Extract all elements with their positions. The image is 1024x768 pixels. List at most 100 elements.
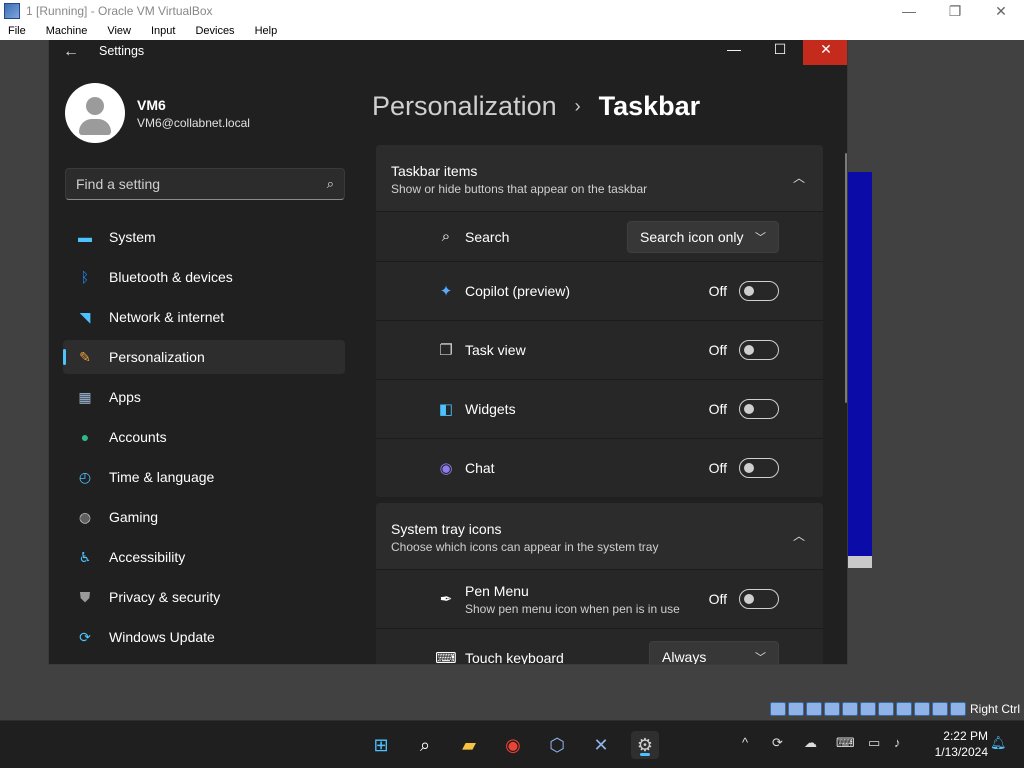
vbox-menu-machine[interactable]: Machine <box>46 25 88 37</box>
search-icon[interactable]: ⌕ <box>411 731 439 759</box>
xp-app-icon[interactable]: ✕ <box>587 731 615 759</box>
sidebar-item-apps[interactable]: ▦ Apps <box>63 380 345 414</box>
row-label: Task view <box>465 342 526 358</box>
clock[interactable]: 2:22 PM 1/13/2024 <box>920 728 988 760</box>
sidebar-item-network[interactable]: ◥ Network & internet <box>63 300 345 334</box>
toggle-state-text: Off <box>708 401 727 417</box>
keyboard-capture-icon[interactable] <box>949 702 966 716</box>
user-name: VM6 <box>137 96 166 113</box>
chevron-up-icon[interactable]: ︿ <box>793 169 805 186</box>
virtualbox-icon <box>4 3 20 19</box>
virtualbox-taskbar-icon[interactable]: ⬡ <box>543 731 571 759</box>
vbox-menubar: File Machine View Input Devices Help <box>0 22 1024 40</box>
scrollbar[interactable] <box>845 153 847 403</box>
globe-clock-icon: ◴ <box>78 468 92 485</box>
vbox-menu-devices[interactable]: Devices <box>195 25 234 37</box>
chrome-icon[interactable]: ◉ <box>499 731 527 759</box>
sync-icon[interactable]: ⟳ <box>772 735 783 751</box>
vbox-status-icons <box>768 702 966 716</box>
vbox-minimize-button[interactable]: — <box>886 0 932 22</box>
audio-icon[interactable] <box>805 702 822 716</box>
search-mode-dropdown[interactable]: Search icon only ﹀ <box>627 220 779 253</box>
touch-keyboard-dropdown[interactable]: Always ﹀ <box>649 641 779 664</box>
sidebar-item-label: Apps <box>109 389 141 405</box>
apps-icon: ▦ <box>78 388 92 405</box>
network-tray-icon[interactable]: ▭ <box>868 735 880 751</box>
shared-folder-icon[interactable] <box>859 702 876 716</box>
chevron-down-icon: ﹀ <box>755 231 766 244</box>
monitor-icon: ▬ <box>78 229 92 245</box>
search-icon[interactable]: ⌕ <box>327 176 334 192</box>
row-label: Chat <box>465 460 495 476</box>
mouse-icon[interactable] <box>931 702 948 716</box>
wifi-icon: ◥ <box>79 308 91 325</box>
keyboard-icon: ⌨ <box>435 650 457 665</box>
sidebar-item-label: Privacy & security <box>109 589 221 605</box>
system-tray-header[interactable]: System tray icons Choose which icons can… <box>376 503 823 569</box>
copilot-icon: ✦ <box>439 283 453 300</box>
optical-drive-icon[interactable] <box>787 702 804 716</box>
sidebar-item-time-language[interactable]: ◴ Time & language <box>63 460 345 494</box>
pen-menu-row: ✒ Pen Menu Show pen menu icon when pen i… <box>376 569 823 628</box>
sidebar-item-gaming[interactable]: ◍ Gaming <box>63 500 345 534</box>
taskbar: ⊞ ⌕ ▰ ◉ ⬡ ✕ ⚙ ^ ⟳ ☁ ⌨ ▭ ♪ 2:22 PM 1/13/2… <box>0 720 1024 768</box>
search-input[interactable] <box>76 176 327 192</box>
windows-start-icon[interactable]: ⊞ <box>367 731 395 759</box>
close-button[interactable]: ✕ <box>803 40 847 65</box>
sidebar-item-label: Bluetooth & devices <box>109 269 233 285</box>
task-view-toggle[interactable] <box>739 340 779 360</box>
sidebar-item-bluetooth[interactable]: ᛒ Bluetooth & devices <box>63 260 345 294</box>
minimize-button[interactable]: — <box>711 40 757 65</box>
usb-icon[interactable] <box>841 702 858 716</box>
sidebar-item-accounts[interactable]: ● Accounts <box>63 420 345 454</box>
storage-icon[interactable] <box>769 702 786 716</box>
breadcrumb-parent[interactable]: Personalization <box>372 91 557 122</box>
row-label: Pen Menu <box>465 582 529 599</box>
volume-muted-icon[interactable]: ♪ <box>894 735 901 750</box>
user-profile[interactable]: VM6 VM6@collabnet.local <box>65 83 250 143</box>
chevron-up-icon[interactable]: ︿ <box>793 527 805 544</box>
sidebar-item-label: Gaming <box>109 509 159 525</box>
active-indicator <box>640 753 650 756</box>
sidebar-item-windows-update[interactable]: ⟳ Windows Update <box>63 620 345 654</box>
clock-date: 1/13/2024 <box>934 745 988 759</box>
update-icon: ⟳ <box>79 628 91 645</box>
recording-icon[interactable] <box>895 702 912 716</box>
sidebar-item-privacy[interactable]: ⛊ Privacy & security <box>63 580 345 614</box>
cloud-icon[interactable]: ☁ <box>804 735 817 751</box>
copilot-toggle[interactable] <box>739 281 779 301</box>
toggle-state-text: Off <box>708 283 727 299</box>
maximize-button[interactable]: ☐ <box>757 40 803 65</box>
chat-toggle[interactable] <box>739 458 779 478</box>
keyboard-icon[interactable]: ⌨ <box>836 735 855 751</box>
search-icon: ⌕ <box>441 228 451 245</box>
vbox-menu-input[interactable]: Input <box>151 25 175 37</box>
search-box: ⌕ <box>65 168 345 200</box>
vbox-restore-button[interactable]: ❐ <box>932 0 978 22</box>
chevron-up-icon[interactable]: ^ <box>742 735 748 750</box>
row-sublabel: Show pen menu icon when pen is in use <box>465 601 680 616</box>
network-icon[interactable] <box>823 702 840 716</box>
bell-icon[interactable]: 🔔︎ <box>990 735 1007 751</box>
display-icon[interactable] <box>877 702 894 716</box>
widgets-toggle[interactable] <box>739 399 779 419</box>
vbox-close-button[interactable]: ✕ <box>978 0 1024 22</box>
cpu-icon[interactable] <box>913 702 930 716</box>
vbox-menu-help[interactable]: Help <box>255 25 278 37</box>
settings-window: — ☐ ✕ ← Settings VM6 VM6@collabnet.local… <box>48 40 848 665</box>
settings-taskbar-icon[interactable]: ⚙ <box>631 731 659 759</box>
back-arrow-icon[interactable]: ← <box>63 43 79 61</box>
gamepad-icon: ◍ <box>78 508 92 525</box>
vbox-menu-view[interactable]: View <box>107 25 131 37</box>
pen-menu-toggle[interactable] <box>739 589 779 609</box>
vm-screen: — ☐ ✕ ← Settings VM6 VM6@collabnet.local… <box>0 40 1024 720</box>
sidebar-item-accessibility[interactable]: ♿ Accessibility <box>63 540 345 574</box>
background-window[interactable] <box>848 172 872 568</box>
chat-icon: ◉ <box>439 460 453 477</box>
vbox-menu-file[interactable]: File <box>8 25 26 37</box>
file-explorer-icon[interactable]: ▰ <box>455 731 483 759</box>
sidebar-item-personalization[interactable]: ✎ Personalization <box>63 340 345 374</box>
sidebar-item-system[interactable]: ▬ System <box>63 220 345 254</box>
taskbar-items-header[interactable]: Taskbar items Show or hide buttons that … <box>376 145 823 211</box>
widgets-icon: ◧ <box>438 401 454 418</box>
